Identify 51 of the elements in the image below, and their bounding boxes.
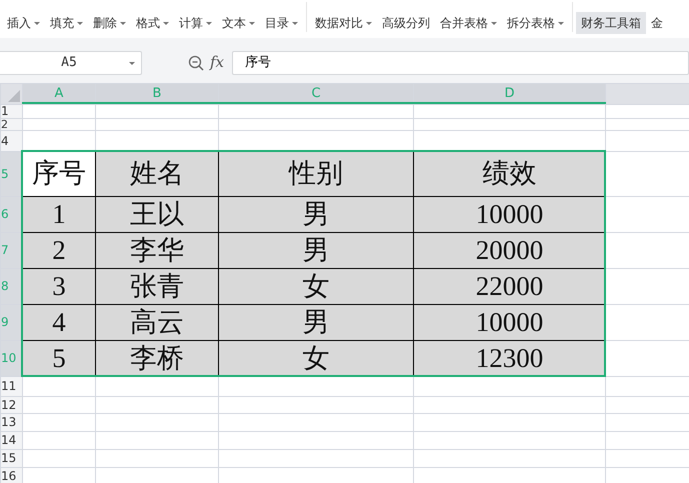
toolbar-button[interactable]: 拆分表格 — [502, 12, 569, 34]
row-header[interactable]: 16 — [0, 467, 22, 483]
table-cell: 姓名 — [96, 151, 218, 196]
toolbar-button[interactable]: 填充 — [45, 12, 88, 34]
zoom-out-icon[interactable] — [188, 54, 204, 70]
function-icon[interactable]: fx — [210, 51, 224, 74]
table-cell: 22000 — [414, 268, 606, 304]
table-cell: 2 — [22, 232, 96, 268]
table-cell: 3 — [22, 268, 96, 304]
table-cell: 王以 — [96, 196, 218, 232]
toolbar-button[interactable]: 计算 — [174, 12, 217, 34]
table-cell: 女 — [218, 340, 414, 376]
toolbar-button[interactable]: 插入 — [2, 12, 45, 34]
toolbar-button[interactable]: 高级分列 — [377, 12, 435, 34]
table-cell: 10000 — [414, 304, 606, 340]
table-cell: 张青 — [96, 268, 218, 304]
name-box[interactable]: A5 — [0, 50, 142, 74]
table-cell: 李桥 — [96, 340, 218, 376]
table-cell: 男 — [218, 196, 414, 232]
caret-icon — [129, 62, 135, 64]
table-cell: 5 — [22, 340, 96, 376]
toolbar-button[interactable]: 数据对比 — [310, 12, 377, 34]
table-cell: 20000 — [414, 232, 606, 268]
table-cell: 1 — [22, 196, 96, 232]
table-cell: 绩效 — [414, 151, 606, 196]
table-cell: 性别 — [218, 151, 414, 196]
table-cell: 高云 — [96, 304, 218, 340]
row-header[interactable]: 14 — [0, 431, 22, 449]
row-header[interactable]: 11 — [0, 376, 22, 396]
toolbar-button[interactable]: 财务工具箱 — [576, 12, 646, 34]
row-header[interactable]: 13 — [0, 413, 22, 431]
row-header[interactable]: 12 — [0, 396, 22, 413]
table-cell: 男 — [218, 232, 414, 268]
table-cell: 女 — [218, 268, 414, 304]
table-cell: 12300 — [414, 340, 606, 376]
toolbar-button[interactable]: 文本 — [217, 12, 260, 34]
table-cell: 10000 — [414, 196, 606, 232]
toolbar-button[interactable]: 合并表格 — [435, 12, 502, 34]
table-cell: 李华 — [96, 232, 218, 268]
table-cell: 4 — [22, 304, 96, 340]
toolbar-button[interactable]: 格式 — [131, 12, 174, 34]
row-header[interactable]: 1 — [0, 104, 22, 118]
toolbar-button[interactable]: 目录 — [260, 12, 303, 34]
table-cell: 男 — [218, 304, 414, 340]
formula-input[interactable]: 序号 — [232, 50, 689, 74]
row-header[interactable]: 2 — [0, 118, 22, 130]
toolbar-button[interactable]: 删除 — [88, 12, 131, 34]
row-header[interactable]: 4 — [0, 130, 22, 151]
table-cell: 序号 — [22, 151, 96, 196]
row-header[interactable]: 15 — [0, 449, 22, 467]
toolbar-button[interactable]: 金 — [646, 12, 668, 34]
